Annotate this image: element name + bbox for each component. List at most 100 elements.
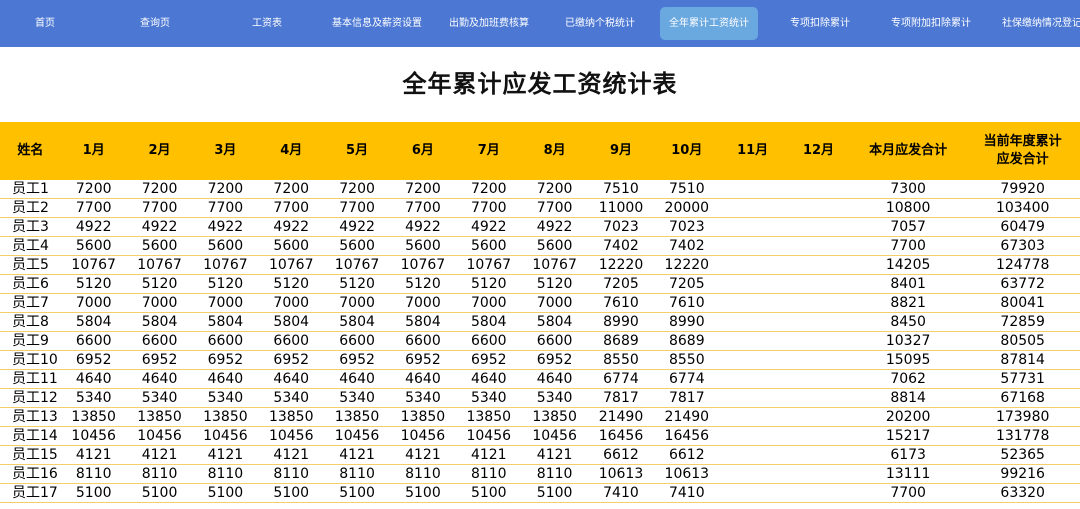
table-cell[interactable] [719,274,787,294]
table-cell[interactable] [719,464,787,484]
nav-home[interactable]: 首页 [14,7,76,40]
table-cell[interactable]: 5100 [455,483,522,503]
table-cell[interactable]: 12220 [587,255,655,275]
table-cell[interactable]: 6600 [324,331,390,351]
table-cell[interactable]: 4640 [126,369,193,389]
table-cell[interactable]: 7200 [324,180,390,199]
table-cell[interactable]: 4922 [192,217,259,237]
table-cell[interactable]: 7817 [587,388,655,408]
table-cell[interactable]: 5804 [258,312,325,332]
table-cell[interactable]: 20000 [654,198,720,218]
nav-tax-paid[interactable]: 已缴纳个税统计 [556,7,644,40]
table-cell[interactable]: 7610 [654,293,720,313]
table-cell[interactable]: 6600 [521,331,588,351]
table-cell[interactable]: 7300 [850,180,966,199]
table-cell[interactable]: 4121 [521,445,588,465]
table-cell[interactable]: 7510 [654,180,720,199]
table-cell[interactable] [786,331,851,351]
table-cell[interactable]: 4922 [60,217,127,237]
table-cell[interactable]: 7700 [258,198,325,218]
table-cell[interactable]: 5120 [60,274,127,294]
table-cell[interactable]: 60479 [965,217,1080,237]
table-cell[interactable]: 6952 [324,350,390,370]
table-cell[interactable]: 7000 [192,293,259,313]
table-cell[interactable]: 5120 [126,274,193,294]
table-cell[interactable]: 10613 [654,464,720,484]
table-cell[interactable]: 7200 [521,180,588,199]
nav-attendance[interactable]: 出勤及加班费核算 [441,7,537,40]
table-cell[interactable]: 80041 [965,293,1080,313]
table-cell[interactable]: 5120 [455,274,522,294]
table-cell[interactable] [786,293,851,313]
table-cell[interactable]: 10456 [521,426,588,446]
table-cell[interactable]: 99216 [965,464,1080,484]
table-cell[interactable]: 4640 [324,369,390,389]
table-cell[interactable]: 8110 [521,464,588,484]
table-cell[interactable]: 103400 [965,198,1080,218]
table-cell[interactable] [786,312,851,332]
table-cell[interactable]: 16456 [654,426,720,446]
table-cell[interactable]: 7023 [654,217,720,237]
table-cell[interactable]: 7200 [258,180,325,199]
table-cell[interactable]: 5120 [324,274,390,294]
table-cell[interactable]: 10456 [192,426,259,446]
table-cell[interactable]: 7700 [192,198,259,218]
table-cell[interactable]: 5120 [521,274,588,294]
table-cell[interactable]: 5804 [521,312,588,332]
table-cell[interactable]: 7700 [126,198,193,218]
table-cell[interactable] [786,369,851,389]
table-cell[interactable]: 13850 [126,407,193,427]
table-cell[interactable] [719,350,787,370]
table-cell[interactable]: 5100 [521,483,588,503]
table-cell[interactable]: 5804 [60,312,127,332]
table-cell[interactable]: 8689 [654,331,720,351]
table-cell[interactable]: 5600 [126,236,193,256]
table-cell[interactable]: 5600 [390,236,456,256]
table-cell[interactable]: 4922 [455,217,522,237]
employee-name-cell[interactable]: 员工3 [0,217,61,237]
table-cell[interactable]: 7205 [654,274,720,294]
table-cell[interactable]: 8110 [126,464,193,484]
employee-name-cell[interactable]: 员工13 [0,407,61,427]
table-cell[interactable]: 87814 [965,350,1080,370]
table-cell[interactable]: 8450 [850,312,966,332]
nav-payroll[interactable]: 工资表 [232,7,302,40]
employee-name-cell[interactable]: 员工16 [0,464,61,484]
table-cell[interactable]: 13850 [324,407,390,427]
table-cell[interactable]: 5100 [258,483,325,503]
table-cell[interactable]: 5340 [324,388,390,408]
table-cell[interactable]: 6952 [521,350,588,370]
table-cell[interactable]: 5804 [324,312,390,332]
table-cell[interactable]: 7023 [587,217,655,237]
table-cell[interactable]: 15095 [850,350,966,370]
table-cell[interactable] [719,236,787,256]
employee-name-cell[interactable]: 员工2 [0,198,61,218]
table-cell[interactable] [719,293,787,313]
table-cell[interactable] [786,426,851,446]
table-cell[interactable] [719,312,787,332]
table-cell[interactable] [719,369,787,389]
table-cell[interactable]: 7205 [587,274,655,294]
table-cell[interactable] [719,407,787,427]
table-cell[interactable]: 5340 [192,388,259,408]
table-cell[interactable]: 79920 [965,180,1080,199]
table-cell[interactable]: 4640 [258,369,325,389]
table-cell[interactable]: 6612 [654,445,720,465]
table-cell[interactable]: 4121 [258,445,325,465]
table-cell[interactable]: 10456 [258,426,325,446]
table-cell[interactable]: 7610 [587,293,655,313]
table-cell[interactable]: 7817 [654,388,720,408]
table-cell[interactable]: 5340 [521,388,588,408]
table-cell[interactable]: 6173 [850,445,966,465]
table-cell[interactable]: 4121 [126,445,193,465]
table-cell[interactable]: 7700 [850,483,966,503]
table-cell[interactable]: 63320 [965,483,1080,503]
table-cell[interactable]: 20200 [850,407,966,427]
table-cell[interactable]: 4121 [390,445,456,465]
table-cell[interactable]: 10456 [126,426,193,446]
table-cell[interactable]: 6774 [587,369,655,389]
table-cell[interactable]: 6952 [60,350,127,370]
table-cell[interactable]: 6612 [587,445,655,465]
table-cell[interactable]: 7700 [455,198,522,218]
table-cell[interactable] [719,255,787,275]
